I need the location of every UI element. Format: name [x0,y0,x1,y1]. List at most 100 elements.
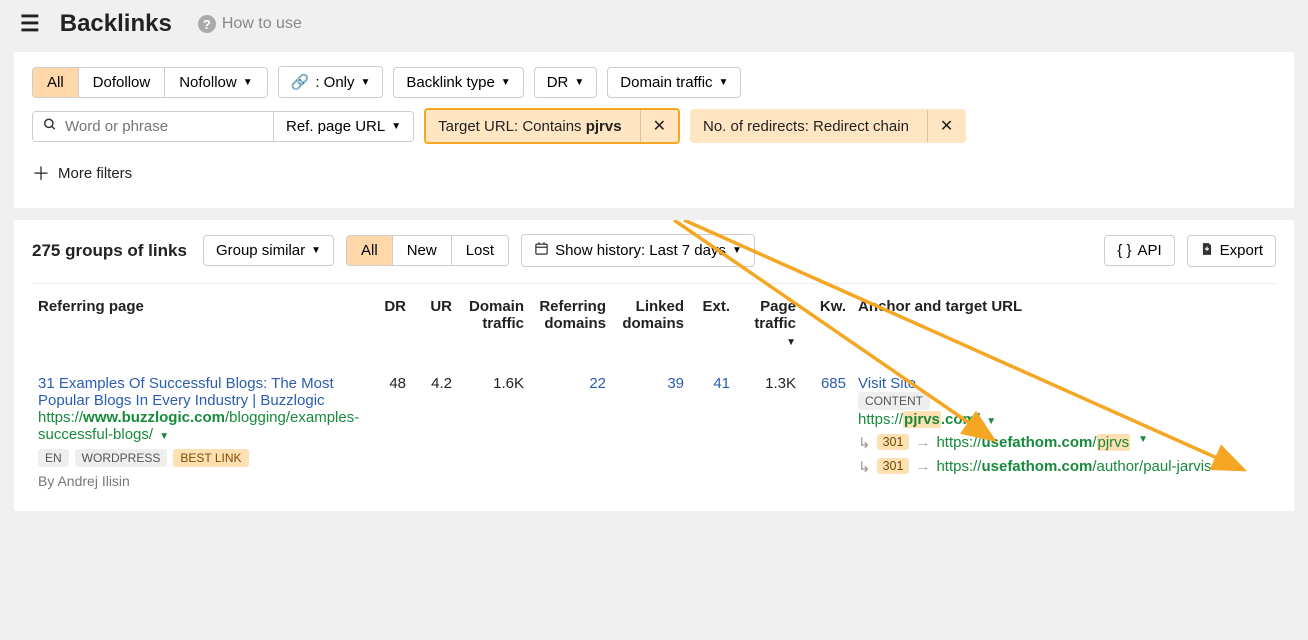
redirect-url-2[interactable]: https://usefathom.com/author/paul-jarvis [936,458,1211,475]
tab-lost[interactable]: Lost [452,236,508,265]
show-history-button[interactable]: Show history: Last 7 days ▼ [521,234,755,267]
how-to-use-link[interactable]: ? How to use [198,15,302,33]
table-header-row: Referring page DR UR Domain traffic Refe… [32,284,1276,357]
dr-filter-button[interactable]: DR ▼ [534,67,598,98]
r1-domain: usefathom.com [981,434,1092,451]
referring-page-title[interactable]: 31 Examples Of Successful Blogs: The Mos… [38,375,334,409]
backlink-type-button[interactable]: Backlink type ▼ [393,67,523,98]
redirects-filter-chip: No. of redirects: Redirect chain ✕ [690,109,966,143]
api-button[interactable]: { } API [1104,235,1174,266]
anchor-text[interactable]: Visit Site [858,375,916,392]
follow-nofollow-button[interactable]: Nofollow ▼ [165,68,266,97]
sort-desc-icon: ▼ [786,337,796,348]
col-domain-traffic[interactable]: Domain traffic [458,284,530,357]
more-filters-button[interactable]: ＋ More filters [32,154,132,192]
target-prefix: https:// [858,411,903,428]
chevron-down-icon[interactable]: ▼ [159,431,169,442]
url-prefix: https:// [38,409,83,426]
r2-prefix: https:// [936,458,981,475]
group-similar-button[interactable]: Group similar ▼ [203,235,334,266]
chevron-down-icon: ▼ [391,121,401,132]
target-url[interactable]: https://pjrvs.com/ [858,411,984,428]
redirect-url-1[interactable]: https://usefathom.com/pjrvs [936,434,1130,451]
linked-domains-cell[interactable]: 39 [667,375,684,392]
col-linked-domains[interactable]: Linked domains [612,284,690,357]
chevron-down-icon: ▼ [243,77,253,88]
target-rest: .com/ [941,411,980,428]
redirects-chip-close[interactable]: ✕ [927,110,965,142]
tag-best-link: BEST LINK [173,449,248,467]
tag-platform: WORDPRESS [75,449,168,467]
chevron-down-icon[interactable]: ▼ [1220,458,1230,469]
link-icon: 🔗 [291,73,310,91]
target-url-chip-label[interactable]: Target URL: Contains pjrvs [426,112,633,141]
nofollow-label: Nofollow [179,74,237,91]
target-url-chip-close[interactable]: ✕ [640,110,678,142]
link-only-button[interactable]: 🔗 : Only ▼ [278,66,384,98]
chevron-down-icon: ▼ [719,77,729,88]
link-only-label: : Only [315,74,354,91]
chevron-down-icon[interactable]: ▼ [986,416,996,427]
url-domain: www.buzzlogic.com [83,409,225,426]
arrow-right-icon: → [915,458,930,475]
col-anchor[interactable]: Anchor and target URL [852,284,1276,357]
search-type-button[interactable]: Ref. page URL ▼ [273,112,413,141]
ref-domains-cell[interactable]: 22 [589,375,606,392]
col-kw[interactable]: Kw. [802,284,852,357]
tab-all[interactable]: All [347,236,393,265]
backlink-type-label: Backlink type [406,74,494,91]
redirect-icon: ↳ [858,434,871,452]
follow-dofollow-button[interactable]: Dofollow [79,68,166,97]
col-referring-page[interactable]: Referring page [32,284,372,357]
r2-domain: usefathom.com [981,458,1092,475]
group-similar-label: Group similar [216,242,305,259]
page-title: Backlinks [60,10,172,38]
groups-count: 275 groups of links [32,241,187,261]
follow-filter: All Dofollow Nofollow ▼ [32,67,268,98]
tag-content: CONTENT [858,392,930,410]
export-label: Export [1220,242,1263,259]
plus-icon: ＋ [32,160,50,186]
follow-all-button[interactable]: All [33,68,79,97]
kw-cell[interactable]: 685 [821,375,846,392]
domain-traffic-filter-button[interactable]: Domain traffic ▼ [607,67,741,98]
col-ref-domains[interactable]: Referring domains [530,284,612,357]
menu-icon[interactable]: ☰ [20,11,40,37]
r1-prefix: https:// [936,434,981,451]
calendar-icon [534,241,549,260]
chip-prefix: Target URL: Contains [438,118,586,135]
anchor-cell: Visit Site CONTENT https://pjrvs.com/ ▼ … [852,357,1276,497]
page-traffic-cell: 1.3K [736,357,802,497]
chevron-down-icon: ▼ [361,77,371,88]
dr-cell: 48 [372,357,412,497]
dr-filter-label: DR [547,74,569,91]
byline: By Andrej Ilisin [38,473,366,489]
export-button[interactable]: Export [1187,235,1276,267]
referring-page-cell: 31 Examples Of Successful Blogs: The Mos… [32,357,372,497]
results-table: Referring page DR UR Domain traffic Refe… [32,284,1276,497]
filter-panel: All Dofollow Nofollow ▼ 🔗 : Only ▼ Backl… [14,52,1294,208]
chip-term: pjrvs [586,118,622,135]
redirect-code: 301 [877,434,910,450]
search-box: Ref. page URL ▼ [32,111,414,142]
domain-traffic-cell: 1.6K [458,357,530,497]
chevron-down-icon[interactable]: ▼ [1138,434,1148,445]
chevron-down-icon: ▼ [574,77,584,88]
search-input[interactable] [33,112,273,141]
ext-cell[interactable]: 41 [713,375,730,392]
col-dr[interactable]: DR [372,284,412,357]
download-icon [1200,242,1214,260]
col-ur[interactable]: UR [412,284,458,357]
arrow-right-icon: → [915,434,930,451]
redirect-icon: ↳ [858,458,871,476]
search-icon [43,118,57,135]
col-page-traffic[interactable]: Page traffic ▼ [736,284,802,357]
redirects-chip-label[interactable]: No. of redirects: Redirect chain [691,112,921,141]
referring-page-url[interactable]: https://www.buzzlogic.com/blogging/examp… [38,409,359,443]
chevron-down-icon: ▼ [732,245,742,256]
chevron-down-icon: ▼ [501,77,511,88]
tab-new[interactable]: New [393,236,452,265]
results-tab-group: All New Lost [346,235,509,266]
col-ext[interactable]: Ext. [690,284,736,357]
more-filters-label: More filters [58,165,132,182]
